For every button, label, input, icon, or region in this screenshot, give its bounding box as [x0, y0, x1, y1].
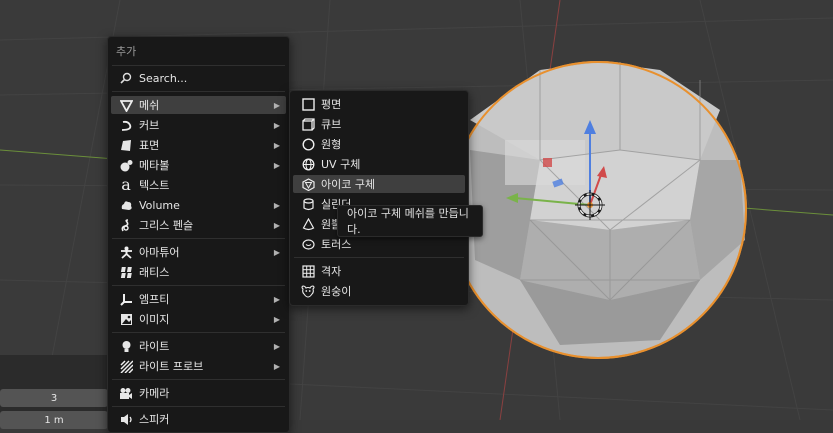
menu-item-light-probe[interactable]: 라이트 프로브 ▶	[111, 357, 286, 375]
search-label: Search...	[139, 71, 188, 85]
menu-item-label: 라이트	[139, 340, 170, 353]
add-menu: 추가 Search... 메쉬 ▶ 커브 ▶ 표면 ▶ 메타볼 ▶ a 텍스트 …	[107, 36, 290, 433]
submenu-item-monkey[interactable]: 원숭이	[293, 282, 465, 300]
submenu-arrow-icon: ▶	[273, 314, 280, 324]
submenu-item-label: 격자	[321, 265, 342, 278]
submenu-arrow-icon: ▶	[273, 361, 280, 371]
menu-item-label: 이미지	[139, 313, 170, 326]
menu-item-label: 엠프티	[139, 293, 170, 306]
submenu-arrow-icon: ▶	[273, 120, 280, 130]
menu-item-label: 카메라	[139, 387, 170, 400]
curve-icon	[119, 118, 133, 132]
menu-item-label: 커브	[139, 119, 160, 132]
cube-icon	[301, 117, 315, 131]
submenu-item-label: UV 구체	[321, 158, 361, 171]
submenu-item-label: 원숭이	[321, 285, 352, 298]
image-icon	[119, 312, 133, 326]
subdivisions-field[interactable]: 3	[0, 389, 108, 407]
menu-item-label: 그리스 펜슬	[139, 219, 194, 232]
grid-icon	[301, 264, 315, 278]
submenu-arrow-icon: ▶	[273, 341, 280, 351]
uv-sphere-icon	[301, 157, 315, 171]
menu-item-label: 스피커	[139, 413, 170, 426]
submenu-arrow-icon: ▶	[273, 294, 280, 304]
submenu-arrow-icon: ▶	[273, 200, 280, 210]
circle-icon	[301, 137, 315, 151]
menu-item-lattice[interactable]: 래티스	[111, 263, 286, 281]
submenu-arrow-icon: ▶	[273, 100, 280, 110]
submenu-item-uv-sphere[interactable]: UV 구체	[293, 155, 465, 173]
menu-item-label: 라이트 프로브	[139, 360, 204, 373]
cone-icon	[301, 217, 315, 231]
camera-icon	[119, 386, 133, 400]
mesh-submenu: 평면 큐브 원형 UV 구체 아이코 구체 실린더 원뿔 토러스 격자 원숭이	[289, 90, 469, 306]
search-icon	[119, 71, 133, 85]
menu-item-label: 래티스	[139, 266, 170, 279]
submenu-item-label: 원형	[321, 138, 342, 151]
monkey-icon	[301, 284, 315, 298]
lattice-icon	[119, 265, 133, 279]
subdivisions-value: 3	[50, 392, 58, 404]
cylinder-icon	[301, 197, 315, 211]
metaball-icon	[119, 158, 133, 172]
torus-icon	[301, 237, 315, 251]
menu-item-speaker[interactable]: 스피커	[111, 410, 286, 428]
operator-panel: 3 1 m	[0, 355, 108, 429]
tooltip-text: 아이코 구체 메쉬를 만듭니다.	[347, 207, 469, 236]
submenu-arrow-icon: ▶	[273, 220, 280, 230]
menu-item-light[interactable]: 라이트 ▶	[111, 337, 286, 355]
menu-item-label: 텍스트	[139, 179, 170, 192]
menu-item-grease-pencil[interactable]: 그리스 펜슬 ▶	[111, 216, 286, 234]
submenu-item-label: 토러스	[321, 238, 352, 251]
submenu-item-cube[interactable]: 큐브	[293, 115, 465, 133]
menu-item-empty[interactable]: 엠프티 ▶	[111, 290, 286, 308]
tooltip: 아이코 구체 메쉬를 만듭니다.	[337, 205, 483, 237]
submenu-item-label: 평면	[321, 98, 342, 111]
menu-item-image[interactable]: 이미지 ▶	[111, 310, 286, 328]
surface-icon	[119, 138, 133, 152]
submenu-item-torus[interactable]: 토러스	[293, 235, 465, 253]
radius-field[interactable]: 1 m	[0, 411, 108, 429]
submenu-arrow-icon: ▶	[273, 160, 280, 170]
menu-item-surface[interactable]: 표면 ▶	[111, 136, 286, 154]
menu-item-mesh[interactable]: 메쉬 ▶	[111, 96, 286, 114]
light-probe-icon	[119, 359, 133, 373]
menu-item-label: 메타볼	[139, 159, 170, 172]
menu-title: 추가	[116, 45, 137, 58]
ico-sphere-object	[449, 61, 747, 359]
mesh-icon	[119, 98, 133, 112]
search-field[interactable]: Search...	[111, 69, 286, 87]
submenu-item-label: 큐브	[321, 118, 342, 131]
radius-value: 1 m	[44, 414, 64, 426]
menu-item-camera[interactable]: 카메라	[111, 384, 286, 402]
menu-item-label: 아마튜어	[139, 246, 180, 259]
submenu-item-plane[interactable]: 평면	[293, 95, 465, 113]
menu-item-armature[interactable]: 아마튜어 ▶	[111, 243, 286, 261]
submenu-arrow-icon: ▶	[273, 140, 280, 150]
menu-item-metaball[interactable]: 메타볼 ▶	[111, 156, 286, 174]
submenu-item-ico-sphere[interactable]: 아이코 구체	[293, 175, 465, 193]
submenu-arrow-icon: ▶	[273, 247, 280, 257]
submenu-item-grid[interactable]: 격자	[293, 262, 465, 280]
submenu-item-label: 아이코 구체	[321, 178, 376, 191]
armature-icon	[119, 245, 133, 259]
submenu-item-circle[interactable]: 원형	[293, 135, 465, 153]
plane-icon	[301, 97, 315, 111]
volume-icon	[119, 198, 133, 212]
grease-pencil-icon	[119, 218, 133, 232]
ico-sphere-icon	[301, 177, 315, 191]
light-icon	[119, 339, 133, 353]
menu-item-label: Volume	[139, 198, 180, 212]
menu-item-curve[interactable]: 커브 ▶	[111, 116, 286, 134]
menu-item-label: 표면	[139, 139, 160, 152]
text-icon: a	[121, 175, 131, 194]
menu-item-text[interactable]: a 텍스트	[111, 176, 286, 194]
empty-icon	[119, 292, 133, 306]
speaker-icon	[119, 412, 133, 426]
menu-item-volume[interactable]: Volume ▶	[111, 196, 286, 214]
menu-item-label: 메쉬	[139, 99, 160, 112]
